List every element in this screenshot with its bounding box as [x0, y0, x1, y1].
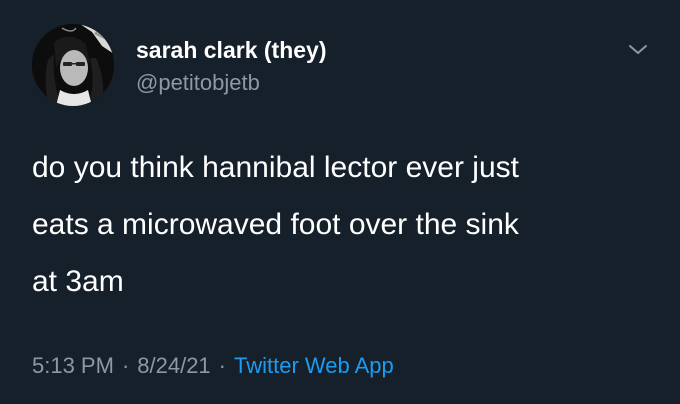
avatar[interactable] — [32, 24, 114, 106]
separator-dot: · — [121, 353, 130, 378]
tweet-source-link[interactable]: Twitter Web App — [234, 353, 394, 378]
tweet-text: do you think hannibal lector ever just e… — [32, 151, 519, 298]
avatar-photo — [32, 24, 114, 106]
tweet-date[interactable]: 8/24/21 — [137, 353, 210, 378]
chevron-down-icon[interactable] — [626, 42, 650, 58]
tweet-time[interactable]: 5:13 PM — [32, 353, 114, 378]
author-info: sarah clark (they) @petitobjetb — [136, 36, 326, 97]
user-handle[interactable]: @petitobjetb — [136, 69, 326, 97]
separator-dot: · — [218, 353, 226, 378]
display-name[interactable]: sarah clark (they) — [136, 36, 326, 64]
tweet-card: sarah clark (they) @petitobjetb do you t… — [0, 0, 680, 404]
tweet-metadata: 5:13 PM · 8/24/21 · Twitter Web App — [32, 352, 394, 380]
